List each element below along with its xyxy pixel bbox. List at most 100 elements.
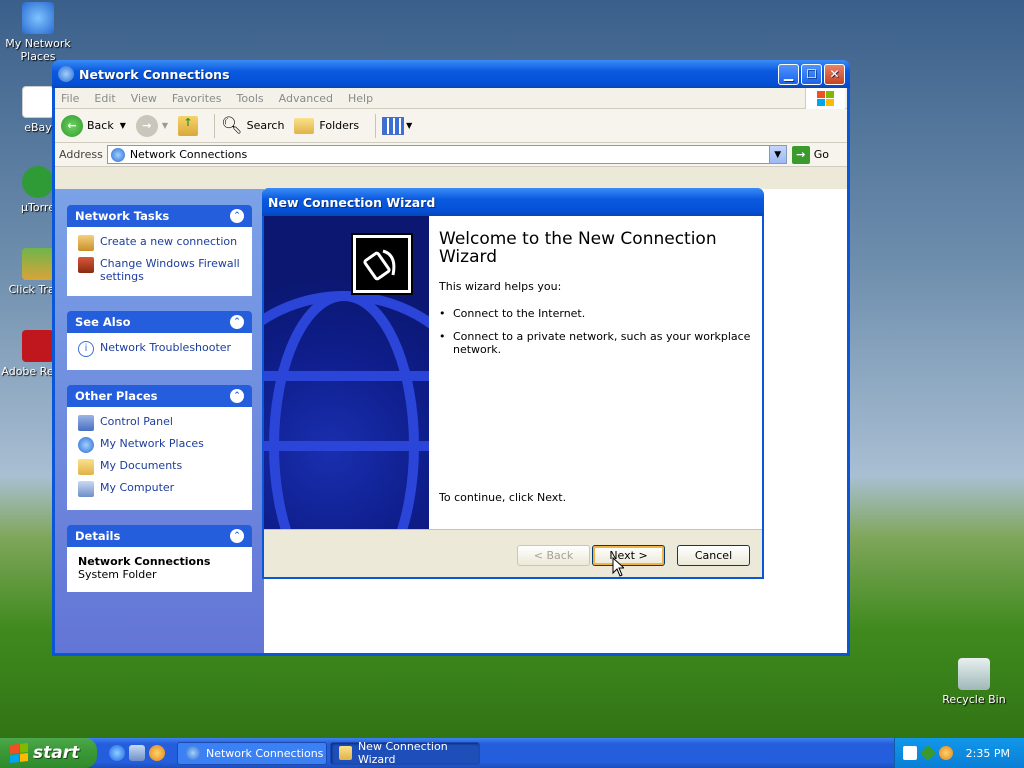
info-icon: i — [78, 341, 94, 357]
collapse-chevron-icon[interactable]: ⌃ — [230, 529, 244, 543]
place-label: My Network Places — [100, 437, 204, 450]
maximize-icon: ☐ — [806, 67, 817, 81]
maximize-button[interactable]: ☐ — [801, 63, 822, 85]
menu-bar: File Edit View Favorites Tools Advanced … — [55, 88, 847, 109]
search-tray-icon[interactable] — [939, 746, 953, 760]
taskbar-item-new-connection-wizard[interactable]: New Connection Wizard — [330, 740, 480, 766]
menu-tools[interactable]: Tools — [237, 92, 264, 105]
network-tray-icon[interactable] — [920, 745, 936, 761]
wizard-body: Welcome to the New Connection Wizard Thi… — [264, 216, 762, 577]
go-arrow-icon: → — [791, 145, 810, 164]
wizard-titlebar[interactable]: New Connection Wizard — [262, 188, 764, 216]
go-button[interactable]: → Go — [791, 145, 843, 164]
task-label: Create a new connection — [100, 235, 238, 248]
cancel-button[interactable]: Cancel — [677, 545, 750, 566]
menu-help[interactable]: Help — [348, 92, 373, 105]
search-icon: 🔍︎ — [221, 115, 243, 136]
panel-title: Network Tasks — [75, 209, 170, 223]
ebay-icon — [22, 86, 54, 118]
address-field[interactable]: Network Connections ▼ — [106, 145, 787, 164]
adobe-reader-icon — [22, 330, 54, 362]
panel-title: See Also — [75, 315, 131, 329]
collapse-chevron-icon[interactable]: ⌃ — [230, 315, 244, 329]
bullet-text: Connect to a private network, such as yo… — [453, 330, 751, 356]
place-control-panel[interactable]: Control Panel — [78, 415, 241, 431]
clock: 2:35 PM — [965, 746, 1010, 760]
panel-header[interactable]: Network Tasks ⌃ — [67, 205, 252, 227]
system-tray: 2:35 PM — [894, 738, 1024, 768]
toolbar-separator — [214, 113, 216, 138]
up-folder-button[interactable]: ↑ — [178, 115, 199, 136]
panel-body: Create a new connection Change Windows F… — [67, 227, 252, 296]
menu-edit[interactable]: Edit — [94, 92, 115, 105]
views-button[interactable]: ▼ — [382, 116, 413, 135]
menu-view[interactable]: View — [131, 92, 157, 105]
place-label: My Computer — [100, 481, 175, 494]
link-label: Network Troubleshooter — [100, 341, 232, 354]
address-dropdown-icon[interactable]: ▼ — [768, 146, 786, 163]
mouse-cursor-icon — [612, 557, 624, 577]
wizard-content: Welcome to the New Connection Wizard Thi… — [439, 230, 752, 366]
back-button[interactable]: < Back — [517, 545, 590, 566]
desktop-icon-label: Recycle Bin — [942, 693, 1006, 706]
wizard-continue-text: To continue, click Next. — [439, 491, 567, 504]
place-my-documents[interactable]: My Documents — [78, 459, 241, 475]
forward-button[interactable]: → ▼ — [135, 114, 168, 137]
ebay-tray-icon[interactable] — [903, 746, 917, 760]
back-button[interactable]: ← Back ▼ — [61, 114, 126, 137]
address-label: Address — [59, 148, 103, 161]
panel-body: Control Panel My Network Places My Docum… — [67, 407, 252, 510]
forward-arrow-icon: → — [135, 114, 158, 137]
my-computer-icon — [78, 481, 94, 497]
task-change-firewall[interactable]: Change Windows Firewall settings — [78, 257, 241, 283]
minimize-icon: ▁ — [783, 67, 794, 81]
up-folder-icon: ↑ — [178, 115, 199, 136]
task-label: Change Windows Firewall settings — [100, 257, 240, 283]
views-dropdown-icon: ▼ — [406, 121, 413, 130]
start-button[interactable]: start — [0, 738, 97, 768]
panel-network-tasks: Network Tasks ⌃ Create a new connection … — [67, 205, 252, 296]
windows-logo-icon — [805, 88, 845, 109]
place-label: My Documents — [100, 459, 183, 472]
show-desktop-icon[interactable] — [129, 745, 145, 761]
panel-header[interactable]: See Also ⌃ — [67, 311, 252, 333]
start-label: start — [33, 743, 80, 763]
network-places-icon — [22, 2, 54, 34]
explorer-titlebar[interactable]: Network Connections ▁ ☐ ✕ — [52, 60, 850, 88]
task-create-connection[interactable]: Create a new connection — [78, 235, 241, 251]
internet-explorer-icon[interactable] — [109, 745, 125, 761]
close-button[interactable]: ✕ — [824, 63, 845, 85]
search-button[interactable]: 🔍︎ Search — [221, 116, 284, 136]
collapse-chevron-icon[interactable]: ⌃ — [230, 209, 244, 223]
place-my-network-places[interactable]: My Network Places — [78, 437, 241, 453]
network-connections-icon — [58, 66, 74, 82]
taskbar-item-network-connections[interactable]: Network Connections — [177, 741, 327, 765]
link-network-troubleshooter[interactable]: i Network Troubleshooter — [78, 341, 241, 357]
desktop-icon-recycle-bin[interactable]: Recycle Bin — [936, 658, 1012, 706]
folders-label: Folders — [319, 119, 360, 132]
menu-advanced[interactable]: Advanced — [279, 92, 333, 105]
minimize-button[interactable]: ▁ — [778, 63, 799, 85]
panel-header[interactable]: Details ⌃ — [67, 525, 252, 547]
bullet-text: Connect to the Internet. — [453, 307, 586, 320]
place-label: Control Panel — [100, 415, 173, 428]
wizard-banner — [264, 216, 429, 529]
network-connections-icon — [110, 147, 125, 162]
panel-see-also: See Also ⌃ i Network Troubleshooter — [67, 311, 252, 370]
menu-favorites[interactable]: Favorites — [172, 92, 222, 105]
firewall-icon — [78, 257, 94, 273]
place-my-computer[interactable]: My Computer — [78, 481, 241, 497]
wizard-title: New Connection Wizard — [268, 194, 436, 210]
panel-details: Details ⌃ Network Connections System Fol… — [67, 525, 252, 592]
desktop-icon-my-network-places[interactable]: My Network Places — [0, 2, 76, 63]
folders-button[interactable]: Folders — [294, 117, 360, 134]
task-pane: Network Tasks ⌃ Create a new connection … — [55, 189, 264, 653]
collapse-chevron-icon[interactable]: ⌃ — [230, 389, 244, 403]
next-button[interactable]: Next > — [592, 545, 665, 566]
task-label: Network Connections — [206, 746, 324, 760]
panel-header[interactable]: Other Places ⌃ — [67, 385, 252, 407]
menu-file[interactable]: File — [61, 92, 79, 105]
back-dropdown-icon[interactable]: ▼ — [120, 121, 126, 130]
media-player-icon[interactable] — [149, 745, 165, 761]
network-places-icon — [78, 437, 94, 453]
